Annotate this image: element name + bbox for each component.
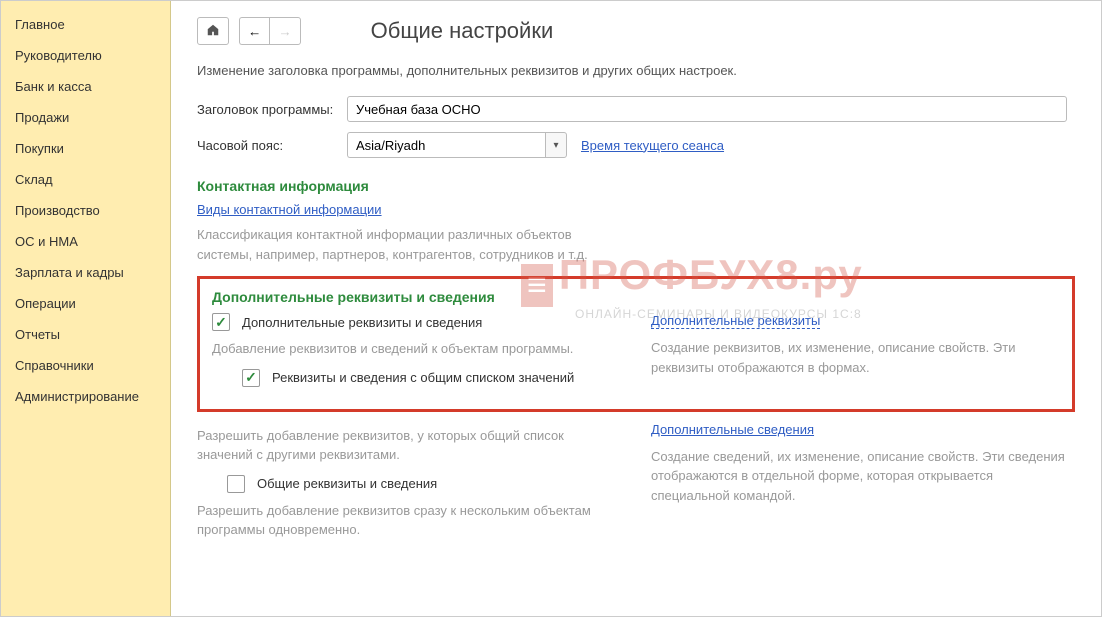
extra-attrs-link-desc: Создание реквизитов, их изменение, описа… [651, 338, 1060, 377]
checkbox-shared-list-desc: Разрешить добавление реквизитов, у котор… [197, 426, 621, 465]
checkbox-shared-list[interactable] [242, 369, 260, 387]
home-icon [206, 23, 220, 40]
sidebar-item-assets[interactable]: ОС и НМА [1, 226, 170, 257]
checkbox-common-attrs-desc: Разрешить добавление реквизитов сразу к … [197, 501, 621, 540]
sidebar-item-main[interactable]: Главное [1, 9, 170, 40]
extra-info-link[interactable]: Дополнительные сведения [651, 422, 814, 437]
sidebar-item-catalogs[interactable]: Справочники [1, 350, 170, 381]
sidebar-item-operations[interactable]: Операции [1, 288, 170, 319]
sidebar-item-manager[interactable]: Руководителю [1, 40, 170, 71]
forward-button[interactable]: → [269, 17, 300, 45]
checkbox-common-attrs-label: Общие реквизиты и сведения [257, 476, 437, 491]
sidebar: Главное Руководителю Банк и касса Продаж… [1, 1, 171, 616]
page-title: Общие настройки [371, 18, 554, 44]
session-time-link[interactable]: Время текущего сеанса [581, 138, 724, 153]
sidebar-item-warehouse[interactable]: Склад [1, 164, 170, 195]
home-button[interactable] [197, 17, 229, 45]
sidebar-item-sales[interactable]: Продажи [1, 102, 170, 133]
contact-types-link[interactable]: Виды контактной информации [197, 202, 382, 217]
sidebar-item-production[interactable]: Производство [1, 195, 170, 226]
sidebar-item-admin[interactable]: Администрирование [1, 381, 170, 412]
checkbox-shared-list-label: Реквизиты и сведения с общим списком зна… [272, 370, 574, 385]
program-title-label: Заголовок программы: [197, 102, 347, 117]
extra-info-link-desc: Создание сведений, их изменение, описани… [651, 447, 1075, 506]
page-description: Изменение заголовка программы, дополните… [197, 63, 1075, 78]
contact-description: Классификация контактной информации разл… [197, 225, 627, 264]
section-contact-info: Контактная информация [197, 178, 1075, 194]
chevron-down-icon: ▾ [553, 140, 558, 151]
timezone-input[interactable] [347, 132, 545, 158]
main-content: ← → Общие настройки Изменение заголовка … [171, 1, 1101, 616]
timezone-dropdown-button[interactable]: ▾ [545, 132, 567, 158]
sidebar-item-bank[interactable]: Банк и касса [1, 71, 170, 102]
checkbox-extra-attrs[interactable] [212, 313, 230, 331]
extra-attrs-link[interactable]: Дополнительные реквизиты [651, 313, 820, 329]
arrow-left-icon: ← [248, 24, 261, 39]
sidebar-item-purchases[interactable]: Покупки [1, 133, 170, 164]
sidebar-item-salary[interactable]: Зарплата и кадры [1, 257, 170, 288]
checkbox-common-attrs[interactable] [227, 475, 245, 493]
back-button[interactable]: ← [239, 17, 269, 45]
arrow-right-icon: → [278, 24, 291, 39]
checkbox-extra-attrs-label: Дополнительные реквизиты и сведения [242, 315, 482, 330]
highlighted-section: Дополнительные реквизиты и сведения Допо… [197, 276, 1075, 412]
program-title-input[interactable] [347, 96, 1067, 122]
timezone-label: Часовой пояс: [197, 138, 347, 153]
sidebar-item-reports[interactable]: Отчеты [1, 319, 170, 350]
checkbox-extra-attrs-desc: Добавление реквизитов и сведений к объек… [212, 339, 621, 359]
section-extra: Дополнительные реквизиты и сведения [212, 289, 1060, 305]
